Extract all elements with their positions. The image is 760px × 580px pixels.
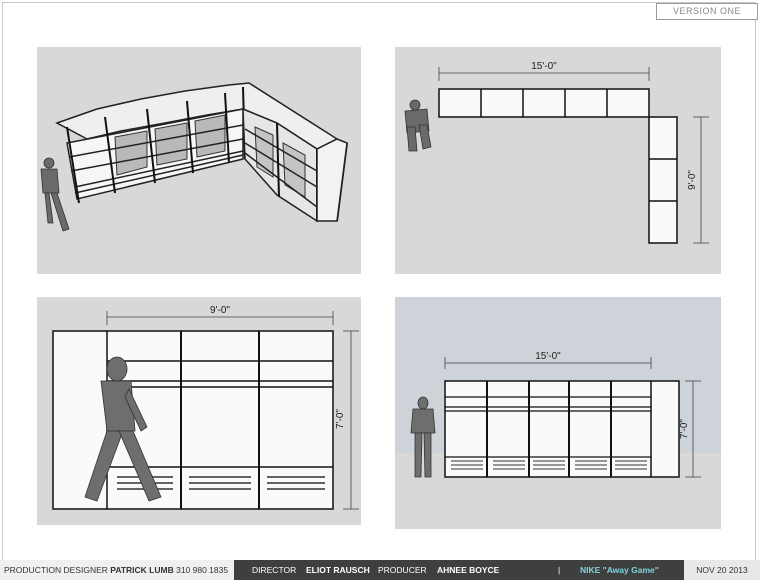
front-elevation-panel: 15'-0" 7'-0": [395, 297, 721, 529]
front-height-dimension: 7'-0": [679, 419, 690, 439]
designer-phone: 310 980 1835: [176, 565, 229, 575]
plan-view-panel: 15'-0" 9'-0": [395, 47, 721, 274]
side-width-dimension: 9'-0": [210, 305, 230, 316]
drawing-date: NOV 20 2013: [684, 560, 760, 580]
designer-name: PATRICK LUMB: [110, 565, 174, 575]
side-elevation-drawing: 9'-0" 7'-0": [37, 297, 361, 525]
side-height-dimension: 7'-0": [335, 409, 346, 429]
designer-role: PRODUCTION DESIGNER: [4, 565, 108, 575]
producer-role: PRODUCER: [378, 565, 427, 575]
perspective-view-panel: [37, 47, 361, 274]
version-label: VERSION ONE: [656, 3, 758, 20]
title-block-footer: PRODUCTION DESIGNER PATRICK LUMB 310 980…: [0, 560, 760, 580]
front-width-dimension: 15'-0": [535, 351, 561, 362]
plan-depth-dimension: 9'-0": [687, 170, 698, 190]
designer-credit: PRODUCTION DESIGNER PATRICK LUMB 310 980…: [0, 560, 234, 580]
footer-separator: |: [558, 565, 561, 575]
director-role: DIRECTOR: [252, 565, 297, 575]
project-title: NIKE "Away Game": [580, 565, 659, 575]
producer-name: AHNEE BOYCE: [437, 565, 500, 575]
perspective-view-drawing: [37, 47, 361, 274]
front-elevation-drawing: 15'-0" 7'-0": [395, 297, 721, 529]
director-name: ELIOT RAUSCH: [306, 565, 370, 575]
credits-bar: DIRECTOR ELIOT RAUSCH PRODUCER AHNEE BOY…: [234, 560, 684, 580]
plan-width-dimension: 15'-0": [531, 61, 557, 72]
plan-view-drawing: 15'-0" 9'-0": [395, 47, 721, 274]
side-elevation-panel: 9'-0" 7'-0": [37, 297, 361, 525]
